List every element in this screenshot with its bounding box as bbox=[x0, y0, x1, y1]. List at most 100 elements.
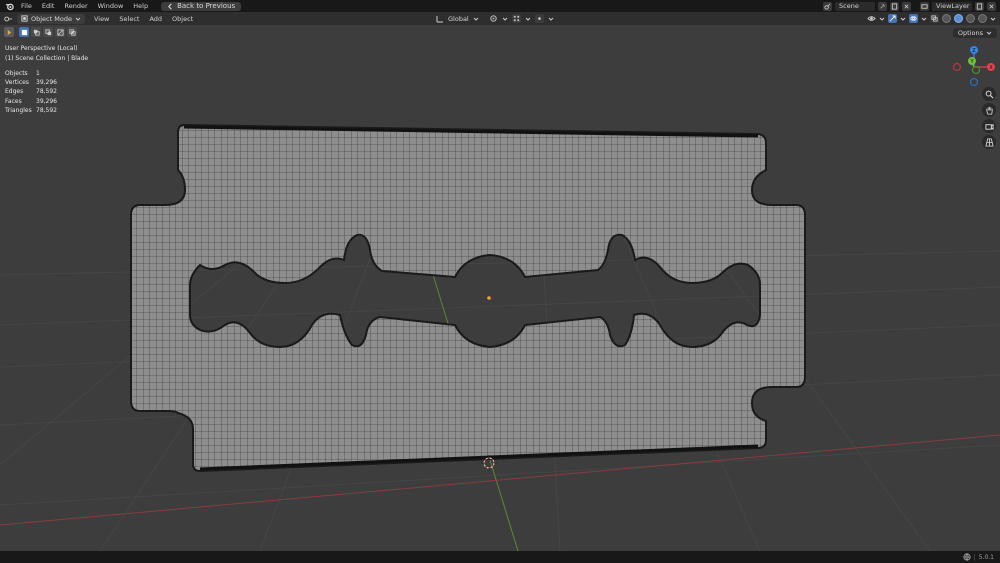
proportional-editing-icon[interactable] bbox=[534, 14, 544, 23]
transform-orientation-icon bbox=[436, 15, 443, 22]
back-to-previous-button[interactable]: Back to Previous bbox=[161, 1, 242, 11]
pan-button[interactable] bbox=[982, 103, 996, 117]
xray-toggle-icon[interactable] bbox=[930, 14, 939, 23]
options-label: Options bbox=[957, 29, 983, 37]
3d-viewport[interactable]: User Perspective (Local) (1) Scene Colle… bbox=[0, 25, 1000, 551]
new-scene-icon[interactable] bbox=[890, 1, 899, 11]
top-menu-bar: File Edit Render Window Help Back to Pre… bbox=[0, 0, 1000, 12]
pin-icon[interactable] bbox=[878, 1, 887, 11]
stat-row: Faces 39,296 bbox=[5, 97, 57, 106]
menu-object[interactable]: Object bbox=[167, 15, 198, 23]
overlays-toggle-icon[interactable] bbox=[909, 14, 918, 23]
new-view-layer-icon[interactable] bbox=[975, 1, 984, 11]
perspective-toggle-button[interactable] bbox=[982, 135, 996, 149]
x-axis-label: X bbox=[989, 65, 993, 71]
stat-value: 39,296 bbox=[36, 97, 57, 105]
chevron-down-icon bbox=[548, 17, 554, 21]
scene-icon[interactable] bbox=[823, 1, 832, 11]
transform-orientation-dropdown[interactable]: Global bbox=[448, 15, 469, 23]
chevron-down-icon bbox=[921, 17, 927, 21]
options-dropdown[interactable]: Options bbox=[952, 28, 997, 38]
scene-statistics: Objects 1 Vertices 39,296 Edges 78,592 Face… bbox=[5, 69, 57, 115]
hand-icon bbox=[985, 106, 993, 115]
delete-view-layer-icon[interactable] bbox=[987, 1, 996, 11]
stat-value: 78,592 bbox=[36, 88, 57, 96]
stat-value: 78,592 bbox=[36, 106, 57, 114]
menu-edit[interactable]: Edit bbox=[37, 0, 60, 12]
camera-view-button[interactable] bbox=[982, 119, 996, 133]
zoom-button[interactable] bbox=[982, 87, 996, 101]
menu-help[interactable]: Help bbox=[128, 0, 153, 12]
stat-row: Edges 78,592 bbox=[5, 87, 57, 96]
zoom-icon bbox=[985, 90, 993, 98]
wireframe-shading-button[interactable] bbox=[942, 14, 951, 23]
visibility-icon[interactable] bbox=[867, 14, 876, 23]
menu-file[interactable]: File bbox=[16, 0, 37, 12]
viewport-display-tools bbox=[867, 13, 996, 24]
navigation-gizmo[interactable]: Z X Y bbox=[948, 41, 998, 91]
snap-icon[interactable] bbox=[511, 14, 521, 23]
view-layer-icon[interactable] bbox=[920, 1, 929, 11]
menu-view[interactable]: View bbox=[89, 15, 114, 23]
chevron-down-icon bbox=[879, 17, 885, 21]
object-mode-dropdown[interactable]: Object Mode bbox=[17, 13, 85, 24]
neg-x-axis-handle[interactable] bbox=[952, 62, 962, 72]
blender-logo-icon[interactable] bbox=[2, 0, 16, 12]
chevron-down-icon bbox=[75, 17, 81, 21]
stat-label: Vertices bbox=[5, 79, 29, 87]
viewport-overlay-text: User Perspective (Local) (1) Scene Colle… bbox=[5, 44, 88, 63]
version-label: 5.0.1 bbox=[978, 553, 994, 561]
collection-label: (1) Scene Collection | Blade bbox=[5, 54, 89, 62]
select-subtract-icon[interactable] bbox=[43, 27, 53, 37]
transform-tools: Global bbox=[436, 13, 554, 24]
pivot-point-icon[interactable] bbox=[489, 14, 498, 23]
chevron-down-icon bbox=[473, 17, 479, 21]
select-invert-icon[interactable] bbox=[55, 27, 65, 37]
object-origin-dot bbox=[487, 296, 491, 300]
camera-icon bbox=[984, 123, 994, 130]
view-layer-field[interactable]: ViewLayer bbox=[932, 1, 972, 11]
stat-label: Faces bbox=[5, 97, 22, 105]
stat-label: Edges bbox=[5, 88, 24, 96]
menu-select[interactable]: Select bbox=[114, 15, 144, 23]
chevron-down-icon bbox=[525, 17, 531, 21]
gizmo-toggle-icon[interactable] bbox=[888, 14, 897, 23]
chevron-down-icon bbox=[990, 17, 996, 21]
menu-window[interactable]: Window bbox=[93, 0, 129, 12]
status-bar: | 5.0.1 bbox=[0, 551, 1000, 563]
scene-name-field[interactable]: Scene bbox=[835, 1, 875, 11]
perspective-grid-icon bbox=[984, 137, 994, 147]
chevron-down-icon bbox=[502, 17, 508, 21]
perspective-label: User Perspective (Local) bbox=[5, 45, 78, 52]
back-to-previous-label: Back to Previous bbox=[177, 1, 236, 10]
rendered-shading-button[interactable] bbox=[978, 14, 987, 23]
delete-scene-icon[interactable] bbox=[902, 1, 911, 11]
solid-shading-button[interactable] bbox=[954, 14, 963, 23]
select-new-icon[interactable] bbox=[19, 27, 29, 37]
z-axis-label: Z bbox=[972, 48, 976, 54]
stat-label: Objects bbox=[5, 70, 28, 77]
scene-selector-area: Scene ViewLayer bbox=[823, 0, 1000, 12]
viewport-header: Object Mode View Select Add Object Globa… bbox=[0, 12, 1000, 25]
object-mode-label: Object Mode bbox=[31, 14, 72, 23]
select-extend-icon[interactable] bbox=[31, 27, 41, 37]
stat-label: Triangles bbox=[5, 106, 32, 114]
stat-value: 1 bbox=[36, 70, 40, 77]
stat-value: 39,296 bbox=[36, 79, 57, 87]
back-arrow-icon bbox=[168, 3, 172, 9]
menu-add[interactable]: Add bbox=[144, 15, 167, 23]
select-intersect-icon[interactable] bbox=[67, 27, 77, 37]
object-mode-icon bbox=[21, 15, 28, 22]
neg-z-axis-handle[interactable] bbox=[969, 77, 979, 87]
selection-mode-row bbox=[4, 27, 77, 37]
material-preview-shading-button[interactable] bbox=[966, 14, 975, 23]
viewport-scene bbox=[0, 123, 1000, 551]
chevron-down-icon bbox=[986, 31, 992, 35]
network-globe-icon[interactable] bbox=[963, 553, 971, 561]
menu-render[interactable]: Render bbox=[59, 0, 92, 12]
chevron-down-icon bbox=[900, 17, 906, 21]
editor-type-icon[interactable] bbox=[4, 14, 13, 23]
active-tool-icon[interactable] bbox=[4, 27, 14, 37]
stat-row: Triangles 78,592 bbox=[5, 106, 57, 115]
stat-row: Objects 1 bbox=[5, 69, 57, 78]
